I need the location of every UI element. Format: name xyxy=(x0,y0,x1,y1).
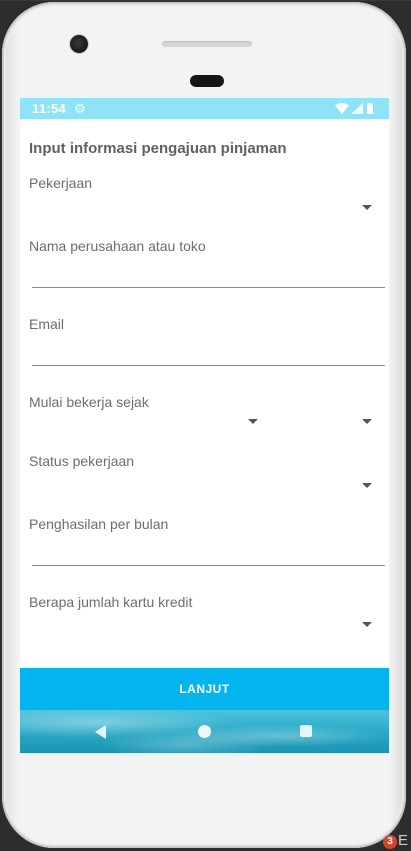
earpiece-speaker xyxy=(162,41,252,47)
kartu-kredit-dropdown[interactable] xyxy=(29,612,381,636)
penghasilan-underline xyxy=(32,565,385,566)
host-corner-text: E xyxy=(398,832,409,849)
wifi-icon xyxy=(335,103,349,114)
recent-apps-icon[interactable] xyxy=(300,725,312,737)
status-time: 11:54 xyxy=(32,101,67,116)
mulai-bekerja-label: Mulai bekerja sejak xyxy=(29,394,149,410)
email-label: Email xyxy=(29,316,65,332)
proximity-sensor xyxy=(190,75,224,87)
chevron-down-icon xyxy=(248,419,258,424)
notification-badge: 3 xyxy=(383,835,397,849)
nama-perusahaan-label: Nama perusahaan atau toko xyxy=(29,238,206,254)
chevron-down-icon xyxy=(362,622,372,627)
mulai-bekerja-month-dropdown[interactable] xyxy=(270,409,381,433)
status-bar: 11:54 ⚙ xyxy=(20,98,389,119)
status-pekerjaan-dropdown[interactable] xyxy=(29,473,381,497)
loan-form: Input informasi pengajuan pinjaman Peker… xyxy=(20,119,389,667)
host-window-edge xyxy=(0,0,411,1)
emulator-stage: 11:54 ⚙ Input informasi pengajuan pinjam… xyxy=(0,0,411,851)
page-title: Input informasi pengajuan pinjaman xyxy=(29,140,287,157)
battery-icon xyxy=(367,103,373,114)
signal-icon xyxy=(351,103,363,114)
home-icon[interactable] xyxy=(198,725,211,738)
chevron-down-icon xyxy=(362,419,372,424)
chevron-down-icon xyxy=(362,205,372,210)
penghasilan-input[interactable] xyxy=(32,537,385,563)
email-input[interactable] xyxy=(32,337,385,363)
chevron-down-icon xyxy=(362,483,372,488)
kartu-kredit-label: Berapa jumlah kartu kredit xyxy=(29,594,193,610)
android-nav-bar xyxy=(20,710,389,753)
status-icons xyxy=(335,103,373,114)
nama-perusahaan-underline xyxy=(32,287,385,288)
back-icon[interactable] xyxy=(95,725,106,739)
mulai-bekerja-year-dropdown[interactable] xyxy=(29,409,264,433)
email-underline xyxy=(32,365,385,366)
gear-icon: ⚙ xyxy=(74,101,86,116)
pekerjaan-dropdown[interactable] xyxy=(29,195,381,219)
pekerjaan-label: Pekerjaan xyxy=(29,175,93,191)
status-pekerjaan-label: Status pekerjaan xyxy=(29,453,135,469)
penghasilan-label: Penghasilan per bulan xyxy=(29,516,169,532)
lanjut-button[interactable]: LANJUT xyxy=(20,668,389,710)
nama-perusahaan-input[interactable] xyxy=(32,259,385,285)
phone-screen: 11:54 ⚙ Input informasi pengajuan pinjam… xyxy=(20,98,389,753)
front-camera xyxy=(70,35,88,53)
